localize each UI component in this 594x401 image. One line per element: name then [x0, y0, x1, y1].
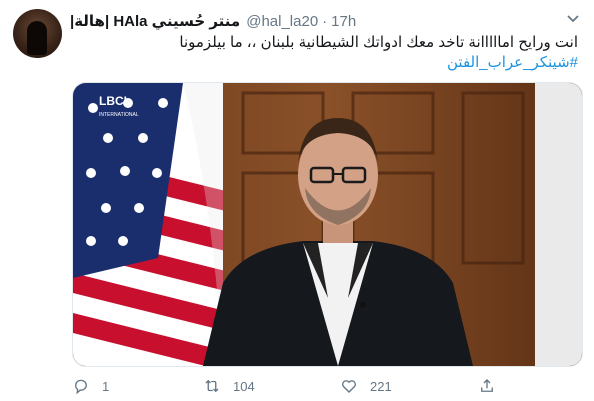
- retweet-button[interactable]: 104: [203, 377, 255, 395]
- heart-icon: [342, 380, 356, 393]
- display-name[interactable]: منتر حُسيني HAla |هالة|: [70, 12, 240, 30]
- hashtag-link[interactable]: #شينكر_عراب_الفتن: [78, 53, 578, 73]
- tweet-media[interactable]: LBCI INTERNATIONAL: [72, 82, 583, 367]
- tweet-text: انت ورايح امااااانة تاخد معك ادواتك الشي…: [78, 33, 578, 73]
- reply-button[interactable]: 1: [72, 377, 109, 395]
- video-frame: LBCI INTERNATIONAL: [73, 83, 582, 366]
- separator-dot: ·: [322, 12, 328, 30]
- tweet[interactable]: منتر حُسيني HAla |هالة| @hal_la20 · 17h …: [0, 0, 594, 401]
- lapel-mic: [360, 302, 366, 308]
- tweet-header: منتر حُسيني HAla |هالة| @hal_la20 · 17h: [70, 11, 356, 31]
- lbci-logo-sub: INTERNATIONAL: [99, 112, 139, 118]
- timestamp[interactable]: 17h: [331, 13, 356, 30]
- share-button[interactable]: [478, 377, 496, 395]
- tweet-body: انت ورايح امااااانة تاخد معك ادواتك الشي…: [179, 34, 578, 51]
- user-handle[interactable]: @hal_la20: [246, 13, 318, 30]
- wall-panel: [535, 83, 582, 366]
- share-icon: [481, 379, 493, 392]
- retweet-count: 104: [233, 378, 255, 394]
- avatar-figure: [27, 21, 47, 55]
- lbci-logo-text: LBCI: [99, 94, 127, 108]
- reply-count: 1: [102, 378, 110, 394]
- us-flag: [73, 83, 223, 366]
- tweet-actions: 1 104 221: [72, 374, 581, 398]
- chevron-down-icon[interactable]: [566, 14, 580, 24]
- retweet-icon: [205, 379, 219, 393]
- like-button[interactable]: 221: [340, 377, 392, 395]
- reply-icon: [75, 379, 87, 395]
- avatar[interactable]: [13, 9, 62, 58]
- like-count: 221: [370, 378, 392, 394]
